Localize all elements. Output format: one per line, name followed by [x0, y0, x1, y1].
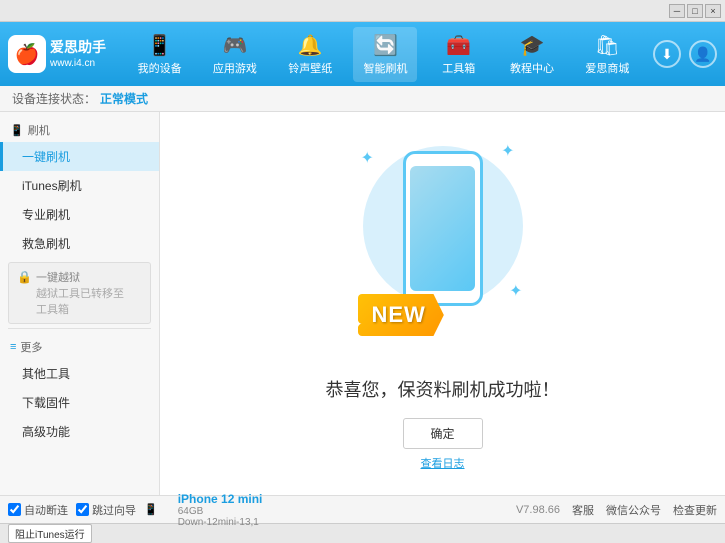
new-banner: NEW: [358, 294, 444, 336]
version-label: V7.98.66: [516, 504, 560, 516]
phone-image: [403, 151, 483, 306]
itunes-button[interactable]: 阻止iTunes运行: [8, 524, 92, 543]
sidebar-item-one-click[interactable]: 一键刷机: [0, 142, 159, 171]
auto-close-checkbox[interactable]: 自动断连: [8, 502, 68, 518]
jailbreak-notice: 🔒 一键越狱越狱工具已转移至工具箱: [8, 262, 151, 324]
maximize-button[interactable]: □: [687, 4, 703, 18]
tutorial-icon: 🎓: [520, 33, 545, 58]
sparkle-icon-2: ✦: [501, 141, 514, 161]
status-label: 设备连接状态：: [12, 90, 96, 107]
new-badge-text: NEW: [372, 302, 426, 327]
nav-store[interactable]: 🛍 爱思商城: [575, 27, 639, 82]
wechat-link[interactable]: 微信公众号: [606, 502, 661, 518]
phone-illustration: ✦ ✦ ✦ NEW ✦ ✦: [343, 136, 543, 356]
sidebar-item-pro[interactable]: 专业刷机: [0, 200, 159, 229]
skip-wizard-checkbox[interactable]: 跳过向导: [76, 502, 136, 518]
sidebar-item-save-data[interactable]: 救急刷机: [0, 229, 159, 258]
sidebar-divider: [8, 328, 151, 329]
sidebar-item-download-firmware[interactable]: 下载固件: [0, 388, 159, 417]
device-icon: 📱: [147, 33, 172, 58]
confirm-button[interactable]: 确定: [403, 418, 483, 449]
nav-ringtones[interactable]: 🔔 铃声壁纸: [278, 27, 342, 82]
device-info: iPhone 12 mini 64GB Down-12mini-13,1: [178, 492, 263, 528]
account-button[interactable]: 👤: [689, 40, 717, 68]
header: 🍎 爱思助手 www.i4.cn 📱 我的设备 🎮 应用游戏 🔔 铃声壁纸 🔄 …: [0, 22, 725, 86]
nav-toolbox[interactable]: 🧰 工具箱: [429, 27, 489, 82]
flash-section-icon: 📱: [10, 124, 24, 137]
nav-smart-flash[interactable]: 🔄 智能刷机: [353, 27, 417, 82]
titlebar: ─ □ ×: [0, 0, 725, 22]
auto-close-input[interactable]: [8, 503, 21, 516]
new-star-left: ✦: [355, 319, 363, 330]
header-right: ⬇ 👤: [653, 40, 717, 68]
device-name: iPhone 12 mini: [178, 492, 263, 506]
skip-wizard-input[interactable]: [76, 503, 89, 516]
sidebar-section-flash: 📱 刷机: [0, 116, 159, 142]
apps-icon: 🎮: [222, 33, 247, 58]
sidebar-section-more: ≡ 更多: [0, 333, 159, 359]
toolbox-icon: 🧰: [446, 33, 471, 58]
ringtone-icon: 🔔: [298, 33, 323, 58]
success-message: 恭喜您，保资料刷机成功啦！: [326, 376, 560, 402]
device-firmware: Down-12mini-13,1: [178, 517, 263, 528]
content-area: ✦ ✦ ✦ NEW ✦ ✦ 恭喜您，保资料刷机成功啦！ 确定 查看日志: [160, 112, 725, 495]
sparkle-icon-3: ✦: [509, 281, 522, 301]
sparkle-icon-1: ✦: [361, 148, 374, 168]
sidebar: 📱 刷机 一键刷机 iTunes刷机 专业刷机 救急刷机 🔒 一键越狱越狱工具已…: [0, 112, 160, 495]
service-link[interactable]: 客服: [572, 502, 594, 518]
logo-icon: 🍎: [8, 35, 46, 73]
more-section-icon: ≡: [10, 341, 16, 353]
flash-icon: 🔄: [373, 33, 398, 58]
lock-icon: 🔒: [17, 270, 32, 284]
main-area: 📱 刷机 一键刷机 iTunes刷机 专业刷机 救急刷机 🔒 一键越狱越狱工具已…: [0, 112, 725, 495]
nav-tutorial[interactable]: 🎓 教程中心: [500, 27, 564, 82]
statusbar: 设备连接状态： 正常模式: [0, 86, 725, 112]
sidebar-item-other-tools[interactable]: 其他工具: [0, 359, 159, 388]
close-button[interactable]: ×: [705, 4, 721, 18]
device-bottom-icon: 📱: [144, 503, 158, 516]
store-icon: 🛍: [595, 33, 620, 58]
logo[interactable]: 🍎 爱思助手 www.i4.cn: [8, 35, 106, 73]
minimize-button[interactable]: ─: [669, 4, 685, 18]
new-star-right: ✦: [475, 319, 483, 330]
nav-apps-games[interactable]: 🎮 应用游戏: [203, 27, 267, 82]
status-value: 正常模式: [100, 90, 148, 107]
phone-screen: [410, 166, 475, 291]
bottom-bar: 自动断连 跳过向导 📱 iPhone 12 mini 64GB Down-12m…: [0, 495, 725, 523]
download-button[interactable]: ⬇: [653, 40, 681, 68]
bottom-right: V7.98.66 客服 微信公众号 检查更新: [516, 502, 717, 518]
logo-text: 爱思助手 www.i4.cn: [50, 38, 106, 69]
sidebar-item-advanced[interactable]: 高级功能: [0, 417, 159, 446]
nav-items: 📱 我的设备 🎮 应用游戏 🔔 铃声壁纸 🔄 智能刷机 🧰 工具箱 🎓 教程中心…: [122, 27, 645, 82]
sidebar-item-itunes[interactable]: iTunes刷机: [0, 171, 159, 200]
show-log-link[interactable]: 查看日志: [421, 455, 465, 471]
update-link[interactable]: 检查更新: [673, 502, 717, 518]
nav-my-device[interactable]: 📱 我的设备: [128, 27, 192, 82]
bottom-left: 自动断连 跳过向导 📱 iPhone 12 mini 64GB Down-12m…: [8, 492, 516, 528]
device-storage: 64GB: [178, 506, 263, 517]
